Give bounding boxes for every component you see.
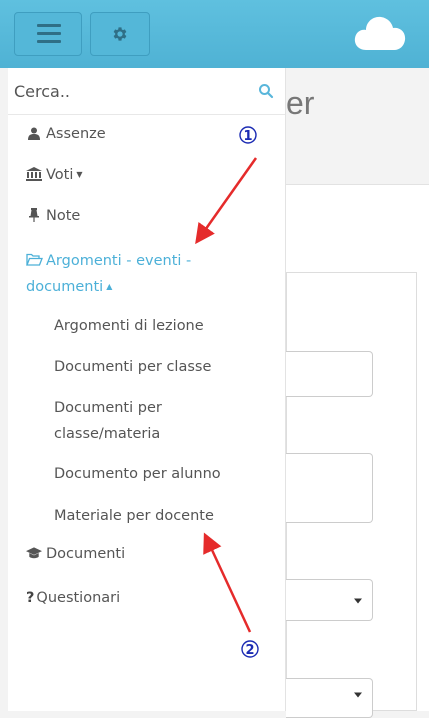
subitem-argomenti-di-lezione[interactable]: Argomenti di lezione: [54, 313, 264, 339]
subitem-documento-per-alunno[interactable]: Documento per alunno: [54, 461, 264, 487]
bank-icon: [26, 167, 42, 181]
caret-down-icon: [354, 692, 362, 698]
sidebar-item-label: Questionari: [36, 590, 121, 606]
sidebar: Assenze Voti▼ Note Argomenti - eventi - …: [8, 68, 286, 711]
sidebar-item-note[interactable]: Note: [26, 208, 80, 224]
subitem-documenti-per-classe-materia[interactable]: Documenti per classe/materia: [54, 395, 264, 447]
form-input[interactable]: [286, 351, 373, 397]
caret-down-icon: ▼: [76, 170, 83, 179]
sidebar-item-argomenti[interactable]: Argomenti - eventi - documenti ▲: [26, 248, 266, 300]
question-icon: ?: [26, 590, 35, 606]
sidebar-item-label: Note: [46, 208, 81, 224]
pin-icon: [29, 208, 39, 222]
search-input[interactable]: [14, 76, 244, 106]
sidebar-item-label: Documenti: [46, 546, 126, 562]
form-select[interactable]: [286, 678, 373, 718]
caret-down-icon: [354, 598, 362, 604]
settings-button[interactable]: [90, 12, 150, 56]
search-icon[interactable]: [258, 83, 274, 99]
subitem-documenti-per-classe[interactable]: Documenti per classe: [54, 354, 264, 380]
sidebar-item-label: Voti: [46, 167, 74, 183]
graduation-cap-icon: [26, 547, 42, 559]
gear-icon: [113, 27, 127, 41]
user-icon: [28, 127, 40, 140]
sidebar-item-documenti[interactable]: Documenti: [26, 546, 125, 562]
form-select[interactable]: [286, 579, 373, 621]
sidebar-item-assenze[interactable]: Assenze: [26, 126, 106, 142]
sidebar-item-voti[interactable]: Voti ▼: [26, 167, 83, 183]
folder-open-icon: [26, 253, 43, 266]
cloud-icon[interactable]: [354, 14, 406, 52]
sidebar-item-label: Assenze: [46, 126, 106, 142]
sidebar-item-questionari[interactable]: ? Questionari: [26, 590, 120, 606]
search-bar: [8, 68, 285, 115]
menu-toggle-button[interactable]: [14, 12, 82, 56]
caret-up-icon: ▲: [106, 282, 113, 291]
form-textarea[interactable]: [286, 453, 373, 523]
top-bar: [0, 0, 429, 68]
page-title: er: [286, 85, 315, 121]
subitem-materiale-per-docente[interactable]: Materiale per docente: [54, 503, 264, 529]
